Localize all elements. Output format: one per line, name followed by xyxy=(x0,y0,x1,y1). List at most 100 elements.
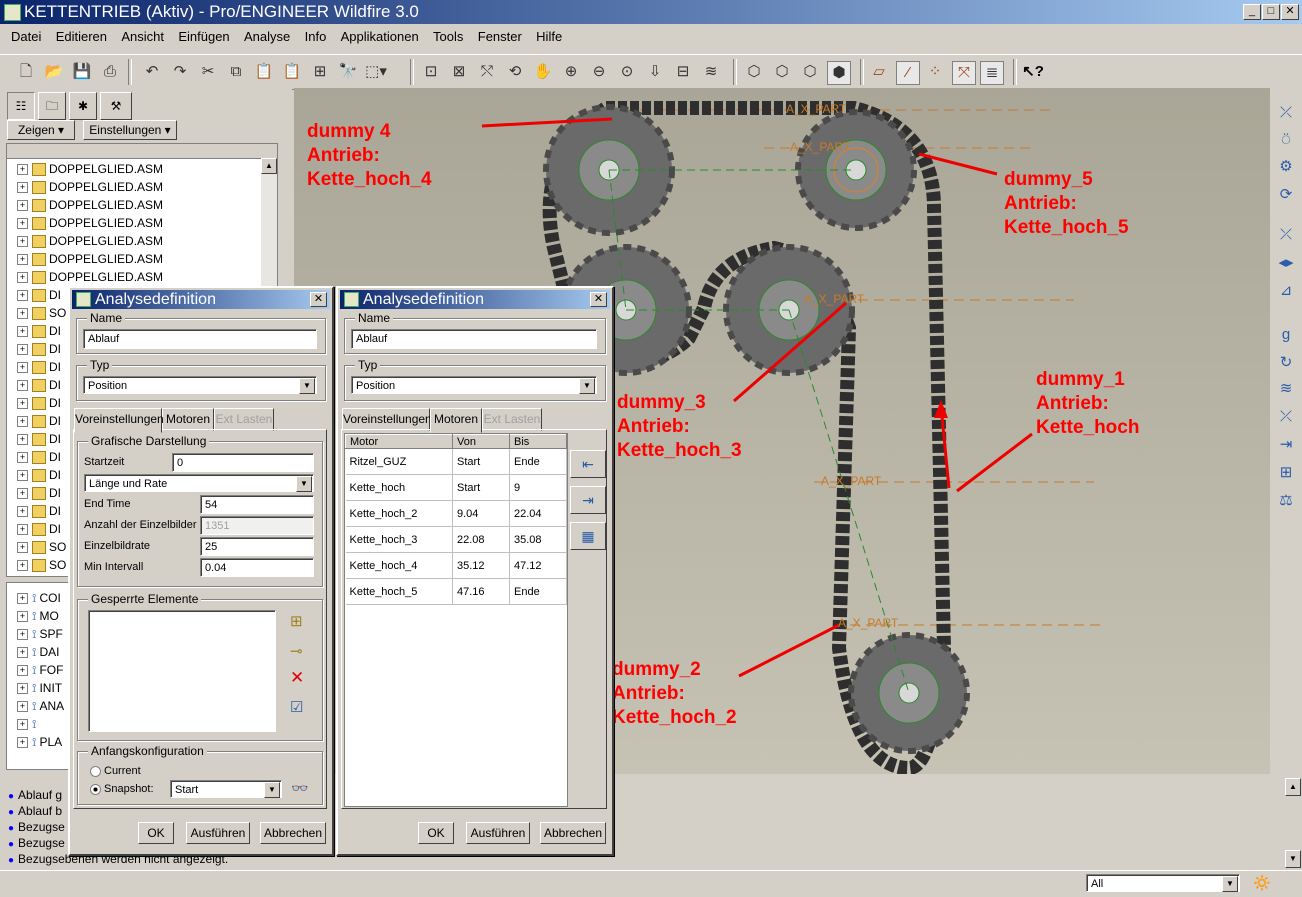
mechanism-tree-item[interactable]: + ⟟ SPF xyxy=(7,625,63,643)
bis-cell[interactable]: Ende xyxy=(509,448,567,475)
endtime-input[interactable]: 54 xyxy=(200,495,314,514)
tree-item[interactable]: + DI xyxy=(7,322,61,340)
tree-item[interactable]: + DOPPELGLIED.ASM xyxy=(7,196,163,214)
column-motor[interactable]: Motor xyxy=(345,434,453,449)
tab-motoren[interactable]: Motoren xyxy=(430,408,482,433)
select-box-icon[interactable]: ⬚▾ xyxy=(365,61,387,83)
expand-icon[interactable]: + xyxy=(17,200,28,212)
expand-icon[interactable]: + xyxy=(17,647,28,659)
rate-input[interactable]: 25 xyxy=(200,537,314,556)
saved-views-icon[interactable]: ⟲ xyxy=(504,61,526,83)
mass-properties-icon[interactable]: ⚖ xyxy=(1275,490,1297,512)
scroll-up-button[interactable]: ▲ xyxy=(261,158,277,174)
folder-browser-tab[interactable]: 🗀 xyxy=(38,92,66,120)
expand-icon[interactable]: + xyxy=(17,272,28,284)
tree-item[interactable]: + DI xyxy=(7,466,61,484)
mechanism-tree-item[interactable]: + ⟟ COI xyxy=(7,589,61,607)
menu-applikationen[interactable]: Applikationen xyxy=(341,26,419,44)
typ-select[interactable]: Position ▼ xyxy=(351,376,597,394)
table-row[interactable]: Ritzel_GUZ Start Ende xyxy=(345,448,567,475)
analysis-icon[interactable]: ⤫ xyxy=(1275,224,1297,246)
expand-icon[interactable]: + xyxy=(17,506,28,518)
mechanism-tree-item[interactable]: + ⟟ MO xyxy=(7,607,59,625)
traffic-light-icon[interactable]: 🔅 xyxy=(1252,873,1272,893)
tree-item[interactable]: + DI xyxy=(7,376,61,394)
bis-cell[interactable]: Ende xyxy=(509,578,567,605)
ausfuehren-button[interactable]: Ausführen xyxy=(186,822,250,844)
coord-sys-icon[interactable]: ⤧ xyxy=(952,61,976,85)
pan-icon[interactable]: ✋ xyxy=(532,61,554,83)
add-motor-button[interactable]: ⇥ xyxy=(570,486,606,514)
abbrechen-button[interactable]: Abbrechen xyxy=(540,822,606,844)
reorient-icon[interactable]: ⇩ xyxy=(644,61,666,83)
insert-motor-button[interactable]: ⇤ xyxy=(570,450,606,478)
layers-icon[interactable]: ≋ xyxy=(700,61,722,83)
spin-center-icon[interactable]: ⤲ xyxy=(476,61,498,83)
expand-icon[interactable]: + xyxy=(17,701,28,713)
tree-item[interactable]: + DI xyxy=(7,394,61,412)
whats-this-icon[interactable]: ↖? xyxy=(1022,61,1044,83)
model-tree-tab[interactable]: ☷ xyxy=(7,92,35,120)
expand-icon[interactable]: + xyxy=(17,452,28,464)
expand-icon[interactable]: + xyxy=(17,326,28,338)
mechanism-tree-item[interactable]: + ⟟ INIT xyxy=(7,679,62,697)
ausfuehren-button[interactable]: Ausführen xyxy=(466,822,530,844)
expand-icon[interactable]: + xyxy=(17,488,28,500)
motor-cell[interactable]: Kette_hoch_5 xyxy=(345,578,453,605)
tree-item[interactable]: + DI xyxy=(7,484,61,502)
repaint-icon[interactable]: ⊡ xyxy=(420,61,442,83)
playback-icon[interactable]: ◂▸ xyxy=(1275,252,1297,274)
column-von[interactable]: Von xyxy=(452,434,510,449)
zoom-out-icon[interactable]: ⊖ xyxy=(588,61,610,83)
expand-icon[interactable]: + xyxy=(17,719,28,731)
force-motor-icon[interactable]: ↻ xyxy=(1275,352,1297,374)
expand-icon[interactable]: + xyxy=(17,308,28,320)
expand-icon[interactable]: + xyxy=(17,560,28,572)
dialog-close-button[interactable]: ✕ xyxy=(590,292,607,307)
tree-item[interactable]: + DI xyxy=(7,412,61,430)
servo-motor-icon[interactable]: ⟳ xyxy=(1275,184,1297,206)
refit-icon[interactable]: ⊙ xyxy=(616,61,638,83)
initial-condition-icon[interactable]: ⊞ xyxy=(1275,462,1297,484)
menu-datei[interactable]: Datei xyxy=(11,26,41,44)
tree-item[interactable]: + DOPPELGLIED.ASM xyxy=(7,160,163,178)
bis-cell[interactable]: 9 xyxy=(509,474,567,501)
zoom-in-icon[interactable]: ⊕ xyxy=(560,61,582,83)
tab-voreinstellungen[interactable]: Voreinstellungen xyxy=(342,408,432,431)
expand-icon[interactable]: + xyxy=(17,236,28,248)
expand-icon[interactable]: + xyxy=(17,434,28,446)
table-row[interactable]: Kette_hoch_2 9.04 22.04 xyxy=(345,500,567,527)
tree-item[interactable]: + DI xyxy=(7,430,61,448)
zeigen-dropdown[interactable]: Zeigen ▾ xyxy=(7,120,75,140)
add-body-icon[interactable]: ⊞ xyxy=(290,612,303,630)
tab-ext-lasten[interactable]: Ext Lasten xyxy=(214,408,274,431)
print-icon[interactable]: ⎙ xyxy=(99,61,121,83)
tree-item[interactable]: + DI xyxy=(7,340,61,358)
mechanism-tree-item[interactable]: + ⟟ DAI xyxy=(7,643,59,661)
expand-icon[interactable]: + xyxy=(17,524,28,536)
menu-ansicht[interactable]: Ansicht xyxy=(121,26,164,44)
orient-icon[interactable]: ⊠ xyxy=(448,61,470,83)
table-row[interactable]: Kette_hoch_4 35.12 47.12 xyxy=(345,552,567,579)
favorites-tab[interactable]: ✱ xyxy=(69,92,97,120)
von-cell[interactable]: Start xyxy=(452,448,510,475)
bis-cell[interactable]: 22.04 xyxy=(509,500,567,527)
von-cell[interactable]: 35.12 xyxy=(452,552,510,579)
hidden-line-icon[interactable]: ⬡ xyxy=(771,61,793,83)
expand-icon[interactable]: + xyxy=(17,344,28,356)
von-cell[interactable]: 47.16 xyxy=(452,578,510,605)
abbrechen-button[interactable]: Abbrechen xyxy=(260,822,326,844)
expand-icon[interactable]: + xyxy=(17,593,28,605)
gear-icon[interactable]: ⚙ xyxy=(1275,156,1297,178)
expand-icon[interactable]: + xyxy=(17,416,28,428)
tab-motoren[interactable]: Motoren xyxy=(162,408,214,431)
scroll-down-button[interactable]: ▼ xyxy=(1285,850,1301,868)
annotations-icon[interactable]: ≣ xyxy=(980,61,1004,85)
paste-icon[interactable]: 📋 xyxy=(253,61,275,83)
add-connection-icon[interactable]: ⊸ xyxy=(290,642,303,660)
glasses-icon[interactable]: 👓 xyxy=(291,780,308,797)
find-icon[interactable]: 🔭 xyxy=(337,61,359,83)
tab-voreinstellungen[interactable]: Voreinstellungen xyxy=(74,408,164,433)
typ-select[interactable]: Position ▼ xyxy=(83,376,317,394)
bis-cell[interactable]: 35.08 xyxy=(509,526,567,553)
